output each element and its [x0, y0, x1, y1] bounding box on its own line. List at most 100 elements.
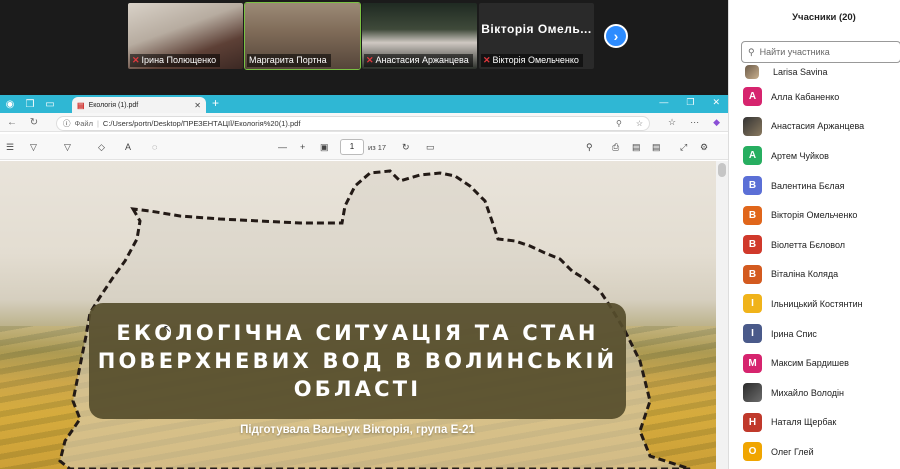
info-icon: ⓘ	[63, 119, 71, 128]
copilot-icon[interactable]: ◆	[713, 117, 720, 128]
participant-row[interactable]: І Ірина Спис	[729, 319, 900, 349]
participant-name: Анастасия Аржанцева	[771, 121, 865, 132]
participant-name: Ільницький Костянтин	[771, 298, 863, 309]
participant-row[interactable]: В Віталіна Коляда	[729, 260, 900, 290]
participant-name: Larisa Savina	[773, 67, 828, 77]
contents-icon[interactable]: ☰	[6, 142, 14, 153]
pdf-scrollbar[interactable]	[716, 161, 728, 469]
video-tile-iryna[interactable]: ✕ Ірина Полющенко	[128, 3, 243, 69]
eraser-icon[interactable]: ◇	[98, 142, 105, 153]
tile-nameplate: ✕ Вікторія Омельченко	[481, 54, 583, 67]
refresh-icon[interactable]: ↻	[28, 117, 40, 128]
more-menu-icon[interactable]: ⋯	[690, 117, 699, 128]
participant-row[interactable]: Н Наталя Щербак	[729, 408, 900, 438]
zoom-icon[interactable]: ⚲	[616, 119, 622, 128]
participant-row[interactable]: М Максим Бардишев	[729, 348, 900, 378]
favorite-star-icon[interactable]: ☆	[636, 119, 643, 128]
gallery-next-button[interactable]: ›	[604, 24, 628, 48]
participant-row[interactable]: І Ільницький Костянтин	[729, 289, 900, 319]
profile-icon[interactable]: ◉	[0, 99, 20, 110]
participants-title: Учасники (20)	[792, 12, 856, 23]
meeting-stage: ✕ Ірина Полющенко Маргарита Портна ✕ Ана…	[0, 0, 728, 469]
video-tile-viktoria[interactable]: Вікторія Омель... ✕ Вікторія Омельченко	[479, 3, 594, 69]
participant-name: Віолетта Бєловол	[771, 239, 846, 250]
avatar: В	[743, 235, 762, 255]
video-gallery-strip: ✕ Ірина Полющенко Маргарита Портна ✕ Ана…	[0, 0, 728, 92]
participant-search-input[interactable]: ⚲ Найти участника	[741, 41, 900, 63]
address-bar[interactable]: ⓘ Файл | C:/Users/portn/Desktop/ПРЕЗЕНТА…	[56, 116, 650, 131]
zoom-out-icon[interactable]: —	[278, 142, 287, 152]
fullscreen-icon[interactable]: ⤢	[680, 142, 687, 153]
participant-row[interactable]: В Вікторія Омельченко	[729, 200, 900, 230]
tile-nameplate: Маргарита Портна	[247, 54, 331, 67]
avatar	[745, 65, 759, 79]
participant-row[interactable]: А Алла Кабаненко	[729, 82, 900, 112]
page-view-icon[interactable]: ▭	[426, 142, 435, 153]
minimize-icon[interactable]: —	[659, 97, 668, 108]
participant-name: Валентина Бєлая	[771, 180, 845, 191]
video-tile-anastasia[interactable]: ✕ Анастасия Аржанцева	[362, 3, 477, 69]
tab-pdf[interactable]: ▤ Екологія (1).pdf ✕	[72, 97, 206, 113]
avatar: В	[743, 176, 762, 196]
participant-name: Олег Глей	[771, 446, 814, 457]
tab-actions-icon[interactable]: ▭	[40, 99, 60, 110]
pdf-slide-page: ЕКОЛОГІЧНА СИТУАЦІЯ ТА СТАН ПОВЕРХНЕВИХ …	[0, 161, 716, 469]
fit-page-icon[interactable]: ▣	[320, 142, 329, 153]
search-icon: ⚲	[748, 46, 755, 57]
slide-subtitle: Підготувала Вальчук Вікторія, група Е-21	[240, 424, 475, 436]
participant-name: Наталя Щербак	[771, 417, 837, 428]
close-window-icon[interactable]: ✕	[712, 97, 720, 108]
read-aloud-icon[interactable]: ◌	[152, 142, 157, 152]
avatar: І	[743, 294, 762, 314]
page-number-input[interactable]: 1	[340, 139, 364, 155]
participant-row[interactable]: О Олег Глей	[729, 437, 900, 467]
avatar: В	[743, 205, 762, 225]
participant-name: Артем Чуйков	[771, 150, 829, 161]
participant-row[interactable]: Анастасия Аржанцева	[729, 112, 900, 142]
participant-name: Максим Бардишев	[771, 358, 849, 369]
shared-browser-window: ◉ ❒ ▭ ▤ Екологія (1).pdf ✕ + — ❐ ✕ ← ↻ ⓘ…	[0, 95, 728, 469]
tile-nameplate: ✕ Анастасия Аржанцева	[364, 54, 473, 67]
avatar	[743, 116, 762, 136]
browser-extensions: ☆ ⋯ ◆	[668, 117, 720, 128]
zoom-in-icon[interactable]: +	[300, 142, 305, 152]
participant-name: Ірина Спис	[771, 328, 817, 339]
save-icon[interactable]: ▤	[632, 142, 641, 153]
avatar: Н	[743, 412, 762, 432]
participants-list: Larisa Savina А Алла Кабаненко Анастасия Ар…	[729, 62, 900, 467]
participant-row[interactable]: Михайло Володін	[729, 378, 900, 408]
text-icon[interactable]: A	[125, 142, 131, 152]
rotate-icon[interactable]: ↻	[402, 142, 410, 153]
workspaces-icon[interactable]: ❒	[20, 99, 40, 110]
new-tab-button[interactable]: +	[212, 96, 219, 110]
favorites-icon[interactable]: ☆	[668, 117, 676, 128]
scrollbar-thumb[interactable]	[718, 163, 726, 177]
search-icon[interactable]: ⚲	[586, 142, 593, 153]
participants-panel: Учасники (20) ⚲ Найти участника Larisa S…	[728, 0, 900, 469]
pdf-file-icon: ▤	[77, 100, 85, 110]
avatar: І	[743, 324, 762, 344]
save-as-icon[interactable]: ▤	[652, 142, 661, 153]
zoom-meeting-window: ✕ Ірина Полющенко Маргарита Портна ✕ Ана…	[0, 0, 900, 469]
highlight-icon[interactable]: ▽	[30, 142, 37, 153]
participant-name: Вікторія Омельченко	[771, 210, 858, 221]
settings-gear-icon[interactable]: ⚙	[700, 142, 708, 153]
draw-icon[interactable]: ▽	[64, 142, 71, 153]
participant-row[interactable]: В Віолетта Бєловол	[729, 230, 900, 260]
close-tab-icon[interactable]: ✕	[194, 101, 201, 110]
participant-row[interactable]: А Артем Чуйков	[729, 141, 900, 171]
window-controls: — ❐ ✕	[659, 97, 720, 108]
participant-row[interactable]: В Валентина Бєлая	[729, 171, 900, 201]
restore-icon[interactable]: ❐	[686, 97, 694, 108]
browser-tab-strip: ◉ ❒ ▭ ▤ Екологія (1).pdf ✕ + — ❐ ✕	[0, 95, 728, 113]
participant-row[interactable]: Larisa Savina	[729, 62, 900, 82]
print-icon[interactable]: ⎙	[612, 142, 619, 153]
mouse-cursor-icon: ↖	[163, 324, 172, 335]
video-tile-margaryta[interactable]: Маргарита Портна	[244, 2, 361, 70]
avatar: О	[743, 442, 762, 462]
tile-nameplate: ✕ Ірина Полющенко	[130, 54, 221, 67]
avatar: А	[743, 87, 762, 107]
mic-muted-icon: ✕	[366, 55, 374, 65]
back-icon[interactable]: ←	[6, 117, 18, 128]
participant-name: Віталіна Коляда	[771, 269, 839, 280]
